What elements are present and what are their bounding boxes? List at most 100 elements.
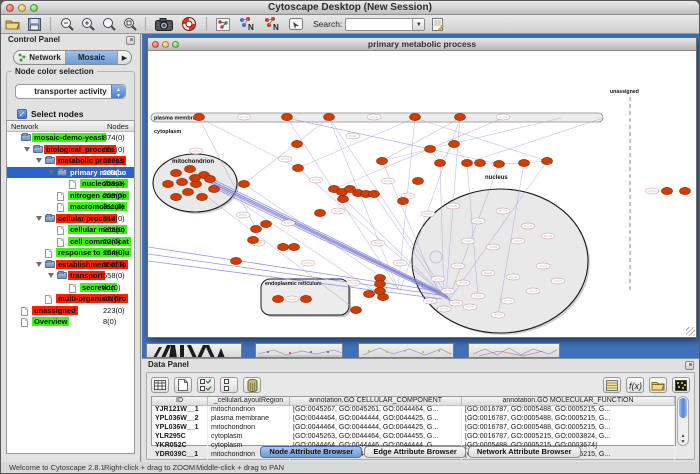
tree-row-primary-metabo[interactable]: primary metabo209(...: [7, 167, 134, 179]
tab-node-attribute-browser[interactable]: Node Attribute Browser: [260, 446, 362, 458]
tree-row-biological-process[interactable]: biological_process651(0): [7, 144, 134, 156]
tree-row-overview[interactable]: Overview8(0): [7, 316, 134, 328]
table-icon[interactable]: [151, 377, 169, 393]
import-attributes-icon[interactable]: [649, 377, 667, 393]
background-window[interactable]: [146, 343, 242, 358]
dropdown-stepper-icon[interactable]: ▲▼: [111, 85, 125, 98]
tree-row-cellular-metabo[interactable]: cellular metabo209(0): [7, 224, 134, 236]
select-nodes-checkbox[interactable]: ✓: [17, 109, 27, 119]
tree-row-establishment-of-lo[interactable]: establishment of lo558(0): [7, 259, 134, 271]
expander-icon[interactable]: [48, 170, 54, 175]
table-row[interactable]: YPL036W__2plasma membrane[GO:0044464, GO…: [152, 415, 675, 424]
expander-icon[interactable]: [24, 147, 30, 152]
file-icon: [69, 284, 76, 293]
tree-row-nucleobase-[interactable]: nucleobase-209(0): [7, 178, 134, 190]
tab-edge-attribute-browser[interactable]: Edge Attribute Browser: [364, 446, 465, 458]
gene-node: [251, 225, 262, 232]
attribute-table[interactable]: ID_cellularLayoutRegionannotation.GO CEL…: [151, 396, 676, 446]
search-config-icon[interactable]: [425, 16, 449, 33]
background-window[interactable]: [358, 343, 454, 358]
column-header-0[interactable]: ID: [152, 397, 208, 405]
attribute-dropdown[interactable]: transporter activity ▲▼: [15, 84, 126, 99]
view-resize-grip[interactable]: [686, 327, 695, 336]
tree-row-cell-communicat[interactable]: cell communicat22(0): [7, 236, 134, 248]
gene-node: [475, 159, 486, 166]
tree-row-count: 651(0): [103, 145, 125, 154]
search-input[interactable]: ▼: [345, 18, 425, 31]
tree-row-multi-organism-pro[interactable]: multi-organism pro42(0): [7, 293, 134, 305]
new-attribute-icon[interactable]: [174, 377, 192, 393]
network-canvas[interactable]: plasma membranecytoplasmmitochondrionnuc…: [148, 51, 696, 337]
cell: [GO:0016787, GO:0005488, GO:0005215, G..…: [462, 415, 675, 424]
background-windows-strip: [142, 341, 699, 358]
network-edge: [298, 118, 415, 168]
tree-row-response-to-stimulu[interactable]: response to stimulu264(0): [7, 247, 134, 259]
function-builder-icon[interactable]: f(x): [626, 377, 644, 393]
annotation-icon[interactable]: [284, 16, 307, 33]
network-tree-icon: [18, 53, 26, 62]
open-file-icon[interactable]: [1, 16, 23, 33]
create-view-icon[interactable]: N: [234, 16, 259, 33]
table-row[interactable]: YLR295Ccytoplasm[GO:0045263, GO:0044464,…: [152, 433, 675, 442]
tree-row-count: 209(0): [103, 225, 125, 234]
select-columns-icon[interactable]: [197, 377, 215, 393]
tree-row-macromolecule[interactable]: macromolecule311(0): [7, 201, 134, 213]
cell: [GO:0045263, GO:0044464, GO:0044455, G..…: [290, 433, 462, 442]
cell: YPL036W__2: [152, 415, 208, 424]
float-data-panel-icon[interactable]: [685, 361, 694, 370]
cell: YPL036W__1: [152, 424, 208, 433]
column-header-1[interactable]: _cellularLayoutRegion: [208, 397, 290, 405]
network-edge: [244, 184, 396, 287]
save-icon[interactable]: [23, 16, 45, 33]
expander-icon[interactable]: [36, 262, 42, 267]
zoom-fit-icon[interactable]: [119, 16, 140, 33]
tree-row-unassigned[interactable]: unassigned223(0): [7, 305, 134, 317]
destroy-view-icon[interactable]: N: [259, 16, 284, 33]
tree-row-metabolic-process[interactable]: metabolic process280(0): [7, 155, 134, 167]
zoom-selected-icon[interactable]: [98, 16, 119, 33]
tab-network-attribute-browser[interactable]: Network Attribute Browser: [468, 446, 581, 458]
scrollbar-arrows-icon[interactable]: ▲▼: [678, 433, 688, 445]
file-icon: [45, 295, 52, 304]
tree-row-mosaic-demo-yeast[interactable]: mosaic-demo-yeast874(0): [7, 132, 134, 144]
expander-icon[interactable]: [48, 273, 54, 278]
tabs-overflow-icon[interactable]: ▶: [118, 51, 131, 64]
background-window[interactable]: [468, 343, 560, 358]
snapshot-icon[interactable]: [151, 16, 177, 33]
unselect-columns-icon[interactable]: [220, 377, 238, 393]
table-scrollbar[interactable]: ▲▼: [677, 396, 689, 446]
tree-row-cellular-process[interactable]: cellular process614(0): [7, 213, 134, 225]
tree-row-nitrogen-compo[interactable]: nitrogen compo209(0): [7, 190, 134, 202]
tree-row-transport[interactable]: transport558(0): [7, 270, 134, 282]
tree-row-secretion[interactable]: secretion41(0): [7, 282, 134, 294]
tree-header: Network Nodes: [7, 121, 134, 132]
search-dropdown-icon[interactable]: ▼: [412, 19, 424, 30]
background-window[interactable]: [255, 343, 343, 358]
column-header-3[interactable]: annotation.GO MOLECULAR_FUNCTION: [462, 397, 675, 405]
scrollbar-thumb[interactable]: [679, 398, 687, 418]
svg-text:N: N: [248, 23, 254, 31]
table-row[interactable]: YPL036W__1mitochondrion[GO:0044464, GO:0…: [152, 424, 675, 433]
expander-icon[interactable]: [36, 216, 42, 221]
tab-network[interactable]: Network: [14, 51, 66, 64]
zoom-out-icon[interactable]: [56, 16, 77, 33]
expander-icon[interactable]: [36, 158, 42, 163]
control-panel: Control Panel NetworkMosaic▶ Node color …: [1, 34, 141, 462]
status-zoom-hint: Right-click + drag to ZOOM: [104, 463, 195, 472]
help-icon[interactable]: [177, 16, 201, 33]
float-panel-icon[interactable]: [126, 36, 135, 45]
region-label: unassigned: [610, 89, 639, 95]
delete-attribute-icon[interactable]: [243, 377, 261, 393]
zoom-in-icon[interactable]: [77, 16, 98, 33]
network-edge: [329, 118, 448, 297]
network-import-icon[interactable]: [212, 16, 234, 33]
column-header-2[interactable]: annotation.GO CELLULAR_COMPONENT: [290, 397, 462, 405]
browser-tabs: Node Attribute BrowserEdge Attribute Bro…: [147, 446, 694, 458]
attribute-editor-icon[interactable]: [603, 377, 621, 393]
network-view-titlebar[interactable]: primary metabolic process: [148, 38, 696, 51]
gene-node: [282, 113, 293, 120]
table-row[interactable]: YJR121W__1mitochondrion[GO:0045267, GO:0…: [152, 406, 675, 415]
tab-mosaic[interactable]: Mosaic: [66, 51, 118, 64]
matrix-icon[interactable]: [672, 377, 690, 393]
tree-row-label: Overview: [32, 317, 69, 326]
